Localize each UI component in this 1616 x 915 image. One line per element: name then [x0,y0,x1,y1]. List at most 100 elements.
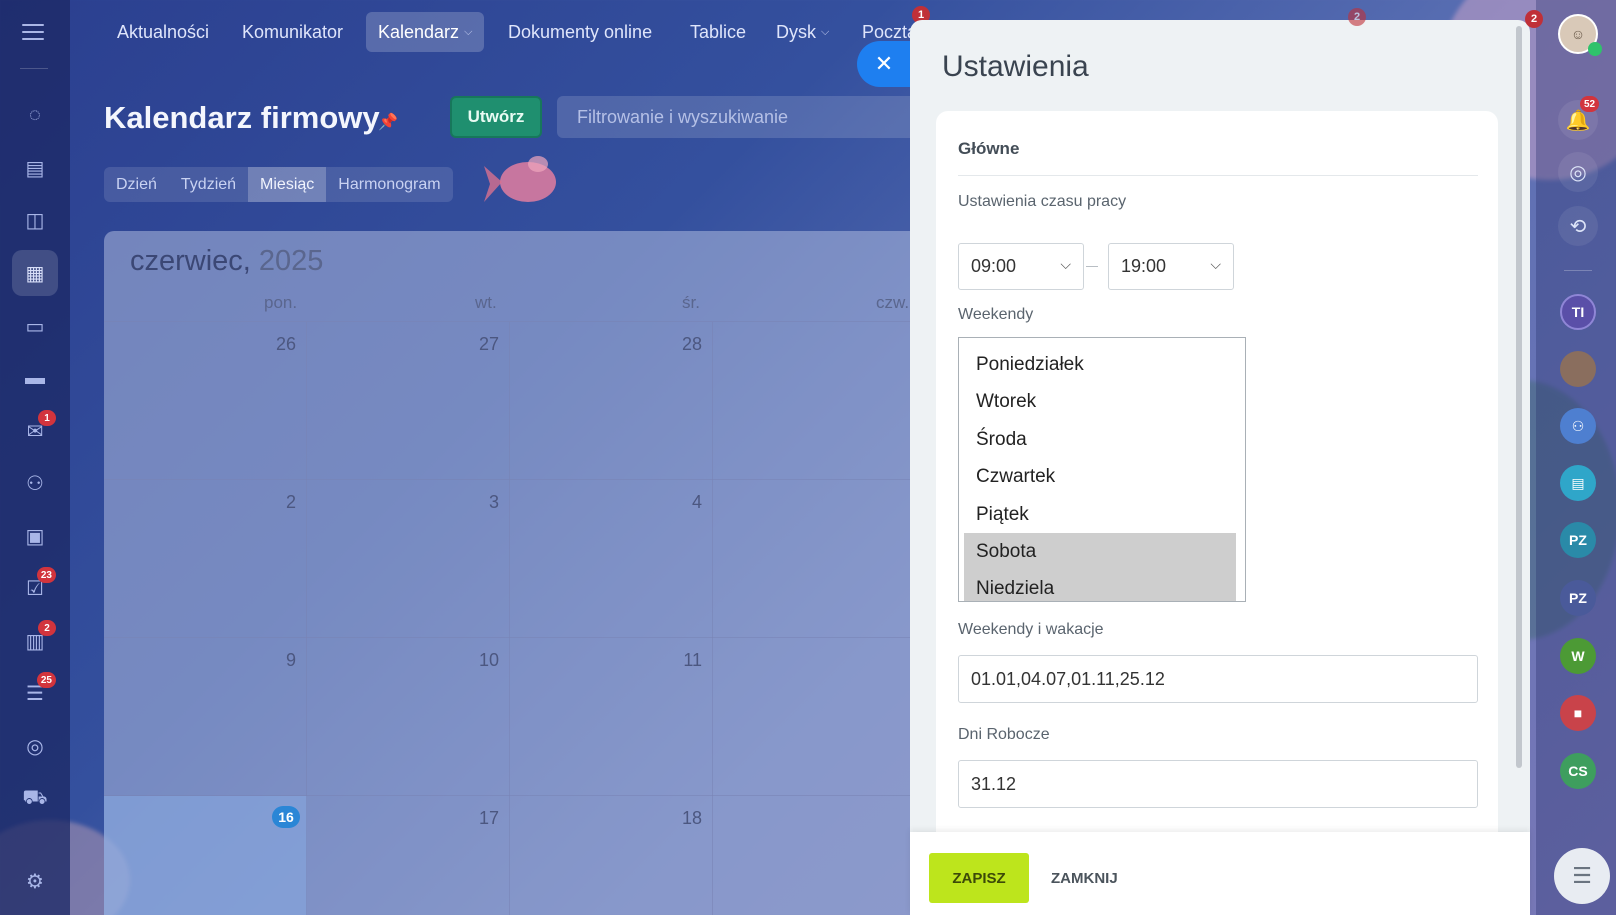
gear-icon: ⚙ [26,870,44,893]
calendar-day[interactable]: 12 [713,638,924,796]
weekday-option-selected[interactable]: Sobota [964,533,1236,570]
video-call-icon[interactable]: ■ [1560,695,1596,731]
save-button[interactable]: ZAPISZ [929,853,1029,903]
sidebar-item-shop[interactable]: ⛟ [12,776,58,822]
sidebar-item-mail[interactable]: ✉ 1 [12,408,58,454]
sidebar-divider [20,68,48,69]
calendar-icon: ▦ [25,262,45,285]
sidebar-item-goals[interactable]: ◎ [12,723,58,769]
calendar-day-today[interactable]: 16 [104,796,307,915]
work-to-select[interactable]: 19:00 ⌵ [1108,243,1234,290]
workdays-label: Dni Robocze [958,726,1050,743]
sidebar-item-calendar[interactable]: ▦ [12,250,58,296]
tab-schedule[interactable]: Harmonogram [326,167,452,202]
weekday-label: wt. [475,293,497,312]
filter-badge: 25 [36,672,56,688]
day-number: 10 [478,650,499,670]
weekday-label: czw. [876,293,910,312]
sidebar-item-tasks[interactable]: ☑ 23 [12,565,58,611]
contact-avatar[interactable]: W [1560,638,1596,674]
calendar-day[interactable]: 2 [104,480,307,638]
contact-avatar[interactable]: TI [1560,294,1596,330]
tab-week[interactable]: Tydzień [169,167,248,202]
sync-icon[interactable]: ⟲ [1558,206,1598,246]
day-number: 17 [478,808,499,828]
sidebar-item-feed[interactable]: ◌ [12,92,58,138]
sidebar-item-boards[interactable]: ▣ [12,513,58,559]
today-number: 16 [272,806,300,828]
people-icon: ⚇ [26,472,44,495]
group-chat-icon[interactable]: ⚇ [1560,408,1596,444]
weekends-listbox[interactable]: Poniedziałek Wtorek Środa Czwartek Piąte… [958,337,1246,602]
weekends-label: Weekendy [958,306,1034,323]
nav-kalendarz-label: Kalendarz [378,21,460,42]
workdays-input[interactable]: 31.12 [958,760,1478,808]
weekday-option[interactable]: Piątek [964,496,1236,533]
sidebar-item-news[interactable]: ▥ 2 [12,618,58,664]
create-button[interactable]: Utwórz [450,96,542,138]
close-icon: ✕ [874,51,894,76]
nav-aktualnosci[interactable]: Aktualności [105,12,221,52]
sidebar-item-messenger[interactable]: ◫ [12,197,58,243]
holidays-input[interactable]: 01.01,04.07,01.11,25.12 [958,655,1478,703]
menu-icon[interactable] [22,24,44,40]
calendar-day[interactable]: 9 [104,638,307,796]
calendar-day[interactable]: 17 [307,796,510,915]
sidebar-item-employees[interactable]: ⚇ [12,460,58,506]
chevron-down-icon: ⌵ [821,25,830,38]
pin-icon[interactable]: 📌 [378,112,398,132]
tab-day[interactable]: Dzień [104,167,169,202]
tab-month[interactable]: Miesiąc [248,167,327,202]
month-name: czerwiec, [130,245,251,277]
right-menu-button[interactable]: ☰ [1554,848,1610,904]
calendar-day[interactable]: 18 [510,796,713,915]
contact-avatar-photo[interactable] [1560,351,1596,387]
day-number: 2 [285,492,296,512]
sidebar-item-drive[interactable]: ▬ [12,355,58,401]
feed-icon: ◌ [29,103,41,126]
calendar-day[interactable]: 19 [713,796,924,915]
weekday-option-selected[interactable]: Niedziela [964,570,1236,601]
panel-scrollbar[interactable] [1516,26,1522,768]
section-divider [958,175,1478,176]
calendar-day[interactable]: 3 [307,480,510,638]
calendar-day[interactable]: 11 [510,638,713,796]
nav-dysk[interactable]: Dysk ⌵ [764,12,841,52]
nav-dokumenty[interactable]: Dokumenty online [496,12,664,52]
activity-icon[interactable]: ◎ [1558,152,1598,192]
close-button[interactable]: ZAMKNIJ [1045,853,1124,903]
left-sidebar: ◌ ▤ ◫ ▦ ▭ ▬ ✉ 1 ⚇ ▣ ☑ 23 ▥ 2 ☰ 25 ◎ ⛟ ⚙ [0,0,70,915]
contact-avatar[interactable]: PZ [1560,580,1596,616]
calendar-day[interactable]: 29 [713,322,924,480]
calendar-day[interactable]: 28 [510,322,713,480]
nav-tablice[interactable]: Tablice [678,12,758,52]
calendar-week: 9 10 11 12 [104,637,924,796]
settings-card: Główne Ustawienia czasu pracy 09:00 ⌵ 19… [936,111,1498,851]
work-from-select[interactable]: 09:00 ⌵ [958,243,1084,290]
weekday-option[interactable]: Poniedziałek [964,346,1236,383]
nav-kalendarz[interactable]: Kalendarz ⌵ [366,12,485,52]
cart-icon: ⛟ [22,786,48,809]
weekday-option[interactable]: Czwartek [964,458,1236,495]
sidebar-item-settings[interactable]: ⚙ [12,858,58,904]
sidebar-item-files[interactable]: ▭ [12,303,58,349]
close-panel-button[interactable]: ✕ [857,41,911,87]
search-input[interactable]: Filtrowanie i wyszukiwanie [557,96,917,138]
contact-avatar[interactable]: PZ [1560,522,1596,558]
day-number: 28 [681,334,702,354]
calendar-day[interactable]: 27 [307,322,510,480]
sidebar-item-filter[interactable]: ☰ 25 [12,670,58,716]
nav-komunikator[interactable]: Komunikator [230,12,355,52]
contact-avatar[interactable]: CS [1560,753,1596,789]
calendar-week: 26 27 28 29 [104,321,924,480]
sidebar-item-docs[interactable]: ▤ [12,145,58,191]
calendar-day[interactable]: 10 [307,638,510,796]
calendar-day[interactable]: 5 [713,480,924,638]
open-channel-icon[interactable]: ▤ [1560,465,1596,501]
weekday-option[interactable]: Środa [964,421,1236,458]
weekday-option[interactable]: Wtorek [964,383,1236,420]
calendar-day[interactable]: 4 [510,480,713,638]
calendar-day[interactable]: 26 [104,322,307,480]
day-number: 9 [285,650,296,670]
panel-footer: ZAPISZ ZAMKNIJ [910,832,1530,915]
